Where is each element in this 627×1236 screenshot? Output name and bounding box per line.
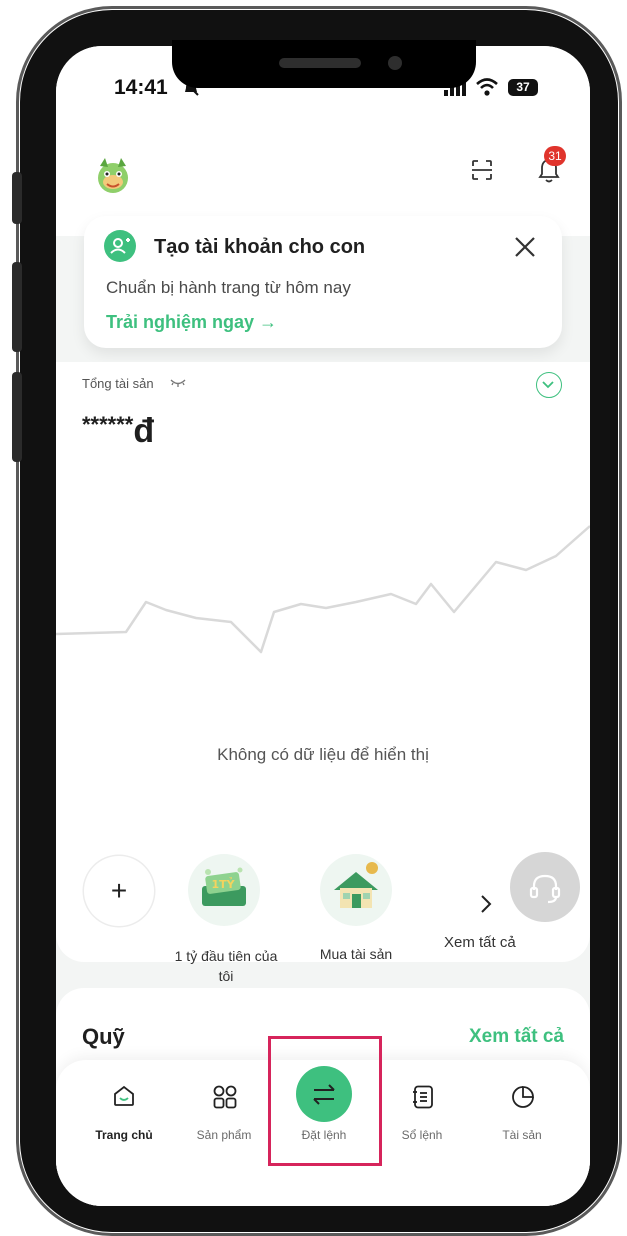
bottom-nav: Trang chủ Sản phẩm Đặt lệnh Sổ lệnh Tài … [56, 1036, 590, 1206]
goal-1ty-label: 1 tỷ đầu tiên của tôi [156, 946, 296, 986]
nav-place-order[interactable]: Đặt lệnh [274, 1060, 374, 1160]
volume-up-button [12, 262, 22, 352]
fund-title: Quỹ [82, 1024, 125, 1049]
chevron-right-icon[interactable] [476, 892, 496, 916]
nav-products[interactable]: Sản phẩm [174, 1078, 274, 1158]
nav-order-book-label: Sổ lệnh [401, 1128, 443, 1142]
home-icon [112, 1084, 136, 1113]
goals-see-all[interactable]: Xem tất cả [444, 934, 516, 951]
masked-value: ****** [82, 412, 134, 437]
nav-home-label: Trang chủ [95, 1128, 153, 1142]
1ty-icon-text: 1TỶ [211, 877, 235, 891]
goal-1ty-button[interactable]: 1TỶ [188, 854, 260, 926]
expand-chevron-icon[interactable] [536, 372, 562, 398]
phone-speaker [279, 58, 361, 68]
empty-chart-message: Không có dữ liệu để hiển thị [217, 745, 429, 764]
eye-closed-icon[interactable] [170, 376, 186, 388]
nav-order-book[interactable]: Sổ lệnh [372, 1078, 472, 1158]
goal-1ty-label-line2: tôi [218, 968, 234, 984]
nav-assets-label: Tài sản [502, 1128, 542, 1142]
dragon-avatar-icon[interactable] [92, 154, 134, 196]
volume-down-button [12, 372, 22, 462]
promo-link[interactable]: Trải nghiệm ngay → [106, 312, 277, 333]
nav-products-label: Sản phẩm [196, 1128, 252, 1142]
goal-1ty-label-line1: 1 tỷ đầu tiên của [174, 948, 278, 964]
phone-camera [388, 56, 402, 70]
goal-house-button[interactable] [320, 854, 392, 926]
total-assets-value: ******đ [82, 412, 154, 451]
empty-chart-placeholder [56, 522, 590, 702]
promo-title: Tạo tài khoản cho con [154, 236, 366, 258]
add-child-icon [104, 230, 136, 262]
promo-card[interactable]: Tạo tài khoản cho con Chuẩn bị hành tran… [84, 216, 562, 348]
add-goal-button[interactable]: + [84, 856, 154, 926]
scan-qr-icon[interactable] [470, 158, 494, 182]
status-time: 14:41 [114, 76, 168, 99]
battery-icon: 37 [508, 79, 538, 96]
ledger-icon [410, 1084, 436, 1115]
close-icon[interactable] [512, 234, 538, 260]
wifi-icon [476, 78, 498, 101]
screen: 14:41 37 31 Tạo tài khoản cho con Chuẩn … [56, 46, 590, 1206]
currency-symbol: đ [133, 412, 155, 450]
total-assets-label: Tổng tài sản [82, 376, 154, 391]
grid-icon [212, 1084, 238, 1115]
goal-house-label: Mua tài sản [319, 946, 393, 962]
nav-assets[interactable]: Tài sản [472, 1078, 572, 1158]
nav-home[interactable]: Trang chủ [74, 1078, 174, 1158]
nav-place-order-label: Đặt lệnh [301, 1128, 347, 1142]
promo-subtitle: Chuẩn bị hành trang từ hôm nay [106, 278, 351, 297]
pie-chart-icon [510, 1084, 536, 1115]
swap-icon [296, 1066, 352, 1122]
mute-switch [12, 172, 22, 224]
fund-see-all[interactable]: Xem tất cả [469, 1026, 564, 1048]
support-floating-button[interactable] [510, 852, 580, 922]
notification-badge: 31 [544, 146, 566, 166]
